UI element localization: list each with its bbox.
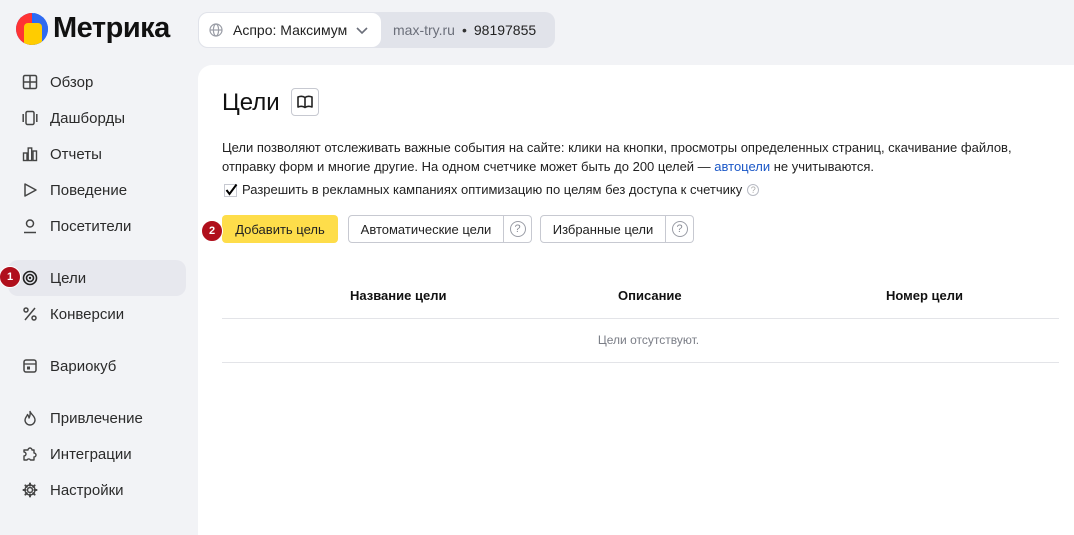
dashboards-icon: [21, 109, 39, 127]
table-header-divider: [222, 318, 1059, 319]
sidebar-item-conversions[interactable]: Конверсии: [8, 296, 186, 332]
sidebar-item-label: Цели: [50, 269, 87, 287]
sidebar-item-label: Настройки: [50, 481, 124, 499]
sidebar-item-reports[interactable]: Отчеты: [8, 136, 186, 172]
ads-optimization-label: Разрешить в рекламных кампаниях оптимиза…: [242, 182, 743, 197]
sidebar-item-goals[interactable]: Цели: [8, 260, 186, 296]
sidebar-item-integrations[interactable]: Интеграции: [8, 436, 186, 472]
counter-site: max-try.ru: [393, 22, 455, 38]
percent-icon: [21, 305, 39, 323]
ads-optimization-row: Разрешить в рекламных кампаниях оптимиза…: [224, 182, 760, 197]
sidebar-item-label: Интеграции: [50, 445, 132, 463]
counter-dropdown[interactable]: Аспро: Максимум: [198, 12, 382, 48]
column-header-description[interactable]: Описание: [618, 288, 682, 303]
page-title: Цели: [222, 89, 280, 116]
table-bottom-divider: [222, 362, 1059, 363]
favorite-goals-group: Избранные цели ?: [540, 215, 694, 243]
sidebar-item-acquisition[interactable]: Привлечение: [8, 400, 186, 436]
sidebar-item-visitors[interactable]: Посетители: [8, 208, 186, 244]
sidebar-item-label: Конверсии: [50, 305, 125, 323]
autogoals-link[interactable]: автоцели: [714, 159, 770, 174]
table-empty-state: Цели отсутствуют.: [597, 333, 700, 347]
metrica-logo-icon: [16, 12, 48, 45]
favorite-goals-button[interactable]: Избранные цели: [540, 215, 666, 243]
play-icon: [21, 181, 39, 199]
sidebar-item-behavior[interactable]: Поведение: [8, 172, 186, 208]
description-text-end: не учитываются.: [770, 159, 875, 174]
puzzle-icon: [21, 445, 39, 463]
column-header-name[interactable]: Название цели: [350, 288, 446, 303]
sidebar-item-label: Отчеты: [50, 145, 102, 163]
counter-id: 98197855: [473, 22, 537, 38]
page-description: Цели позволяют отслеживать важные событи…: [222, 138, 1042, 176]
flame-icon: [21, 409, 39, 427]
sidebar-item-label: Обзор: [50, 73, 94, 91]
gear-icon: [21, 481, 39, 499]
description-text: Цели позволяют отслеживать важные событи…: [222, 140, 1012, 174]
counter-separator: •: [461, 22, 467, 38]
bar-chart-icon: [21, 145, 39, 163]
checkmark-icon: [224, 183, 238, 197]
auto-goals-button[interactable]: Автоматические цели: [348, 215, 504, 243]
auto-goals-help-button[interactable]: ?: [504, 215, 532, 243]
favorite-goals-help-button[interactable]: ?: [666, 215, 694, 243]
sidebar-item-label: Посетители: [50, 217, 132, 235]
counter-bar: Аспро: Максимум max-try.ru • 98197855: [198, 12, 555, 48]
sidebar-item-label: Вариокуб: [50, 357, 117, 375]
docs-button[interactable]: [291, 88, 319, 116]
sidebar-item-overview[interactable]: Обзор: [8, 64, 186, 100]
main-panel: Цели Цели позволяют отслеживать важные с…: [198, 65, 1074, 535]
ads-optimization-checkbox[interactable]: [224, 183, 238, 197]
sidebar-item-settings[interactable]: Настройки: [8, 472, 186, 508]
sidebar-item-dashboards[interactable]: Дашборды: [8, 100, 186, 136]
add-goal-button[interactable]: Добавить цель: [222, 215, 338, 243]
column-header-number[interactable]: Номер цели: [886, 288, 963, 303]
auto-goals-group: Автоматические цели ?: [348, 215, 532, 243]
person-icon: [21, 217, 39, 235]
target-icon: [21, 269, 39, 287]
help-icon[interactable]: ?: [747, 183, 760, 196]
sidebar-item-label: Поведение: [50, 181, 128, 199]
help-icon: ?: [509, 221, 526, 237]
grid-icon: [21, 73, 39, 91]
step-badge-2: 2: [201, 220, 223, 242]
book-icon: [297, 95, 313, 109]
sidebar-item-label: Дашборды: [50, 109, 125, 127]
step-badge-1: 1: [0, 266, 21, 288]
sidebar-item-variocube[interactable]: Вариокуб: [8, 348, 186, 384]
app-logo[interactable]: Метрика: [16, 12, 170, 45]
chevron-down-icon: [356, 27, 368, 35]
variocube-icon: [21, 357, 39, 375]
app-name: Метрика: [53, 12, 170, 44]
help-icon: ?: [671, 221, 688, 237]
sidebar-item-label: Привлечение: [50, 409, 143, 427]
globe-icon: [209, 23, 223, 37]
counter-name: Аспро: Максимум: [233, 22, 348, 38]
